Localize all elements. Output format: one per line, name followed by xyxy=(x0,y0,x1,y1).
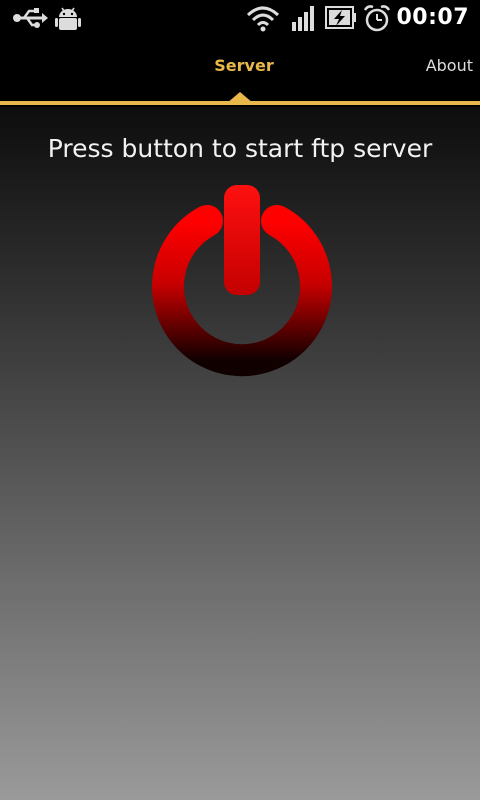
tab-about[interactable]: About xyxy=(426,36,473,98)
usb-icon xyxy=(13,8,48,28)
wifi-icon xyxy=(246,6,280,32)
battery-charging-icon xyxy=(325,6,356,29)
start-server-prompt: Press button to start ftp server xyxy=(47,134,433,163)
tab-bar: Server About xyxy=(0,36,480,105)
android-debug-icon xyxy=(55,7,81,30)
alarm-icon xyxy=(363,5,391,32)
signal-icon xyxy=(292,6,314,31)
server-panel: Press button to start ftp server xyxy=(0,107,480,800)
tab-underline xyxy=(0,101,480,105)
power-icon xyxy=(152,185,332,377)
power-button[interactable] xyxy=(148,183,336,381)
tab-server[interactable]: Server xyxy=(190,36,298,98)
status-clock: 00:07 xyxy=(396,5,469,30)
status-bar: 00:07 xyxy=(0,0,480,36)
